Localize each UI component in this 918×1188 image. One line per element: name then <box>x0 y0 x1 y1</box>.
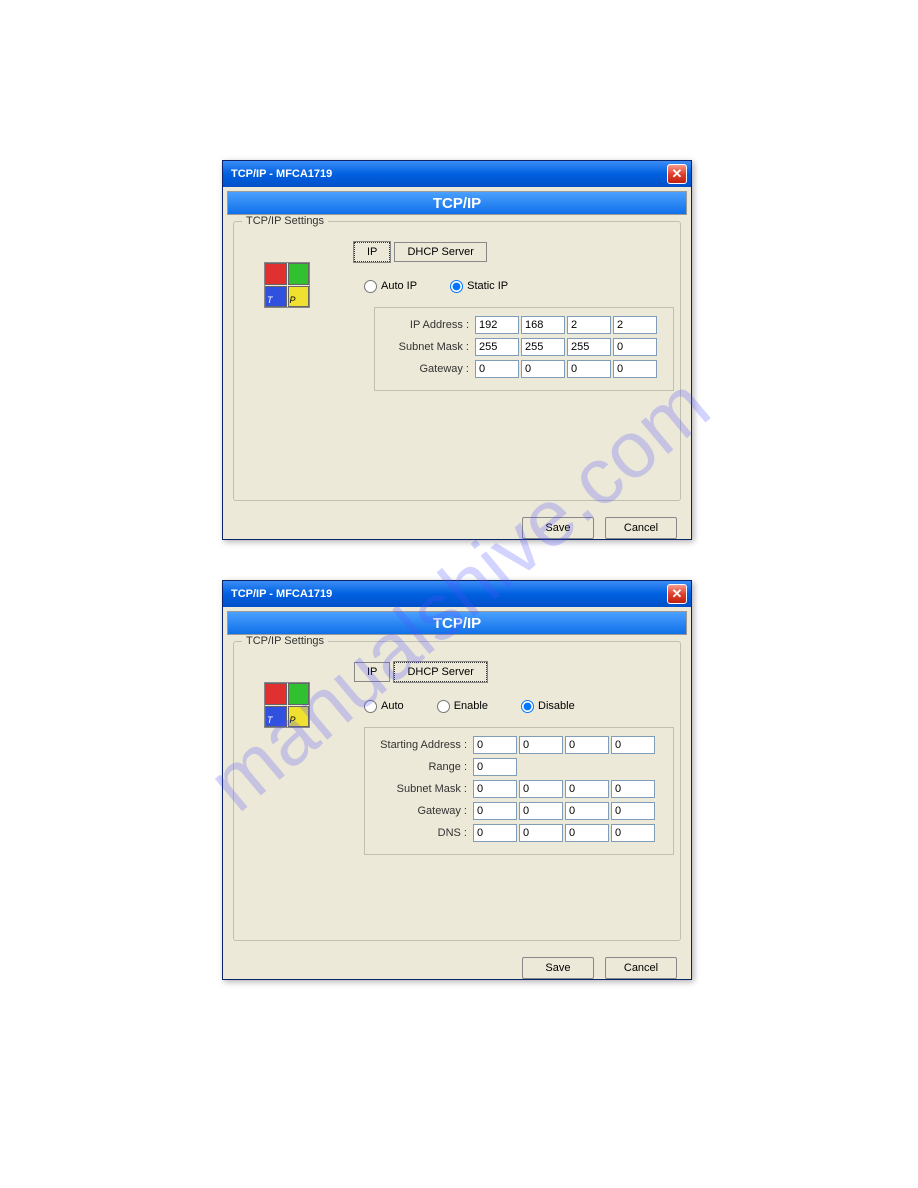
tab-dhcp-server[interactable]: DHCP Server <box>394 242 486 262</box>
group-legend: TCP/IP Settings <box>242 635 328 647</box>
dns-octet-1[interactable] <box>473 824 517 842</box>
dns-octet-3[interactable] <box>565 824 609 842</box>
radio-enable[interactable]: Enable <box>437 700 488 712</box>
banner-title: TCP/IP <box>227 611 687 635</box>
dns-label: DNS : <box>373 827 473 839</box>
ip-octet-4[interactable] <box>613 316 657 334</box>
gw-octet-3[interactable] <box>567 360 611 378</box>
tab-ip[interactable]: IP <box>354 242 390 262</box>
banner-title: TCP/IP <box>227 191 687 215</box>
gateway-label: Gateway : <box>373 805 473 817</box>
mask-octet-4[interactable] <box>613 338 657 356</box>
gw-octet-2[interactable] <box>519 802 563 820</box>
group-legend: TCP/IP Settings <box>242 215 328 227</box>
radio-enable-label: Enable <box>454 700 488 712</box>
gw-octet-2[interactable] <box>521 360 565 378</box>
subnet-mask-label: Subnet Mask : <box>373 783 473 795</box>
radio-auto-ip[interactable]: Auto IP <box>364 280 417 292</box>
gw-octet-1[interactable] <box>473 802 517 820</box>
ip-form-panel: IP Address : Subnet Mask : Gateway : <box>374 307 674 391</box>
radio-static-ip[interactable]: Static IP <box>450 280 508 292</box>
ip-octet-3[interactable] <box>567 316 611 334</box>
mask-octet-1[interactable] <box>475 338 519 356</box>
radio-disable-label: Disable <box>538 700 575 712</box>
close-button[interactable]: ✕ <box>667 584 687 604</box>
range-field[interactable] <box>473 758 517 776</box>
ip-mode-radios: Auto IP Static IP <box>364 280 670 293</box>
gw-octet-4[interactable] <box>613 360 657 378</box>
mask-octet-2[interactable] <box>519 780 563 798</box>
gw-octet-3[interactable] <box>565 802 609 820</box>
ip-address-label: IP Address : <box>383 319 475 331</box>
tab-row: IP DHCP Server <box>354 662 670 682</box>
tcpip-logo-icon: TP <box>264 682 310 728</box>
gw-octet-1[interactable] <box>475 360 519 378</box>
titlebar: TCP/IP - MFCA1719 ✕ <box>223 581 691 607</box>
start-octet-2[interactable] <box>519 736 563 754</box>
subnet-mask-label: Subnet Mask : <box>383 341 475 353</box>
tcpip-settings-group: TCP/IP Settings TP IP DHCP Server Auto I… <box>233 221 681 501</box>
radio-auto-label: Auto <box>381 700 404 712</box>
window-title: TCP/IP - MFCA1719 <box>231 588 332 600</box>
save-button[interactable]: Save <box>522 517 594 539</box>
gw-octet-4[interactable] <box>611 802 655 820</box>
dialog-buttons: Save Cancel <box>223 507 691 549</box>
window-title: TCP/IP - MFCA1719 <box>231 168 332 180</box>
mask-octet-3[interactable] <box>567 338 611 356</box>
ip-octet-2[interactable] <box>521 316 565 334</box>
start-octet-4[interactable] <box>611 736 655 754</box>
tab-ip[interactable]: IP <box>354 662 390 682</box>
start-octet-3[interactable] <box>565 736 609 754</box>
radio-auto-ip-label: Auto IP <box>381 280 417 292</box>
starting-address-label: Starting Address : <box>373 739 473 751</box>
mask-octet-2[interactable] <box>521 338 565 356</box>
radio-disable[interactable]: Disable <box>521 700 575 712</box>
titlebar: TCP/IP - MFCA1719 ✕ <box>223 161 691 187</box>
tcpip-dialog-dhcp: TCP/IP - MFCA1719 ✕ TCP/IP TCP/IP Settin… <box>222 580 692 980</box>
dhcp-form-panel: Starting Address : Range : Subnet Mask :… <box>364 727 674 855</box>
radio-static-ip-label: Static IP <box>467 280 508 292</box>
cancel-button[interactable]: Cancel <box>605 517 677 539</box>
dialog-buttons: Save Cancel <box>223 947 691 989</box>
cancel-button[interactable]: Cancel <box>605 957 677 979</box>
tcpip-logo-icon: TP <box>264 262 310 308</box>
tab-dhcp-server[interactable]: DHCP Server <box>394 662 486 682</box>
mask-octet-1[interactable] <box>473 780 517 798</box>
mask-octet-4[interactable] <box>611 780 655 798</box>
gateway-label: Gateway : <box>383 363 475 375</box>
close-button[interactable]: ✕ <box>667 164 687 184</box>
tcpip-settings-group: TCP/IP Settings TP IP DHCP Server Auto E… <box>233 641 681 941</box>
range-label: Range : <box>373 761 473 773</box>
tcpip-dialog-ip: TCP/IP - MFCA1719 ✕ TCP/IP TCP/IP Settin… <box>222 160 692 540</box>
dns-octet-2[interactable] <box>519 824 563 842</box>
mask-octet-3[interactable] <box>565 780 609 798</box>
tab-row: IP DHCP Server <box>354 242 670 262</box>
dhcp-mode-radios: Auto Enable Disable <box>364 700 670 713</box>
ip-octet-1[interactable] <box>475 316 519 334</box>
save-button[interactable]: Save <box>522 957 594 979</box>
dns-octet-4[interactable] <box>611 824 655 842</box>
radio-auto[interactable]: Auto <box>364 700 404 712</box>
start-octet-1[interactable] <box>473 736 517 754</box>
